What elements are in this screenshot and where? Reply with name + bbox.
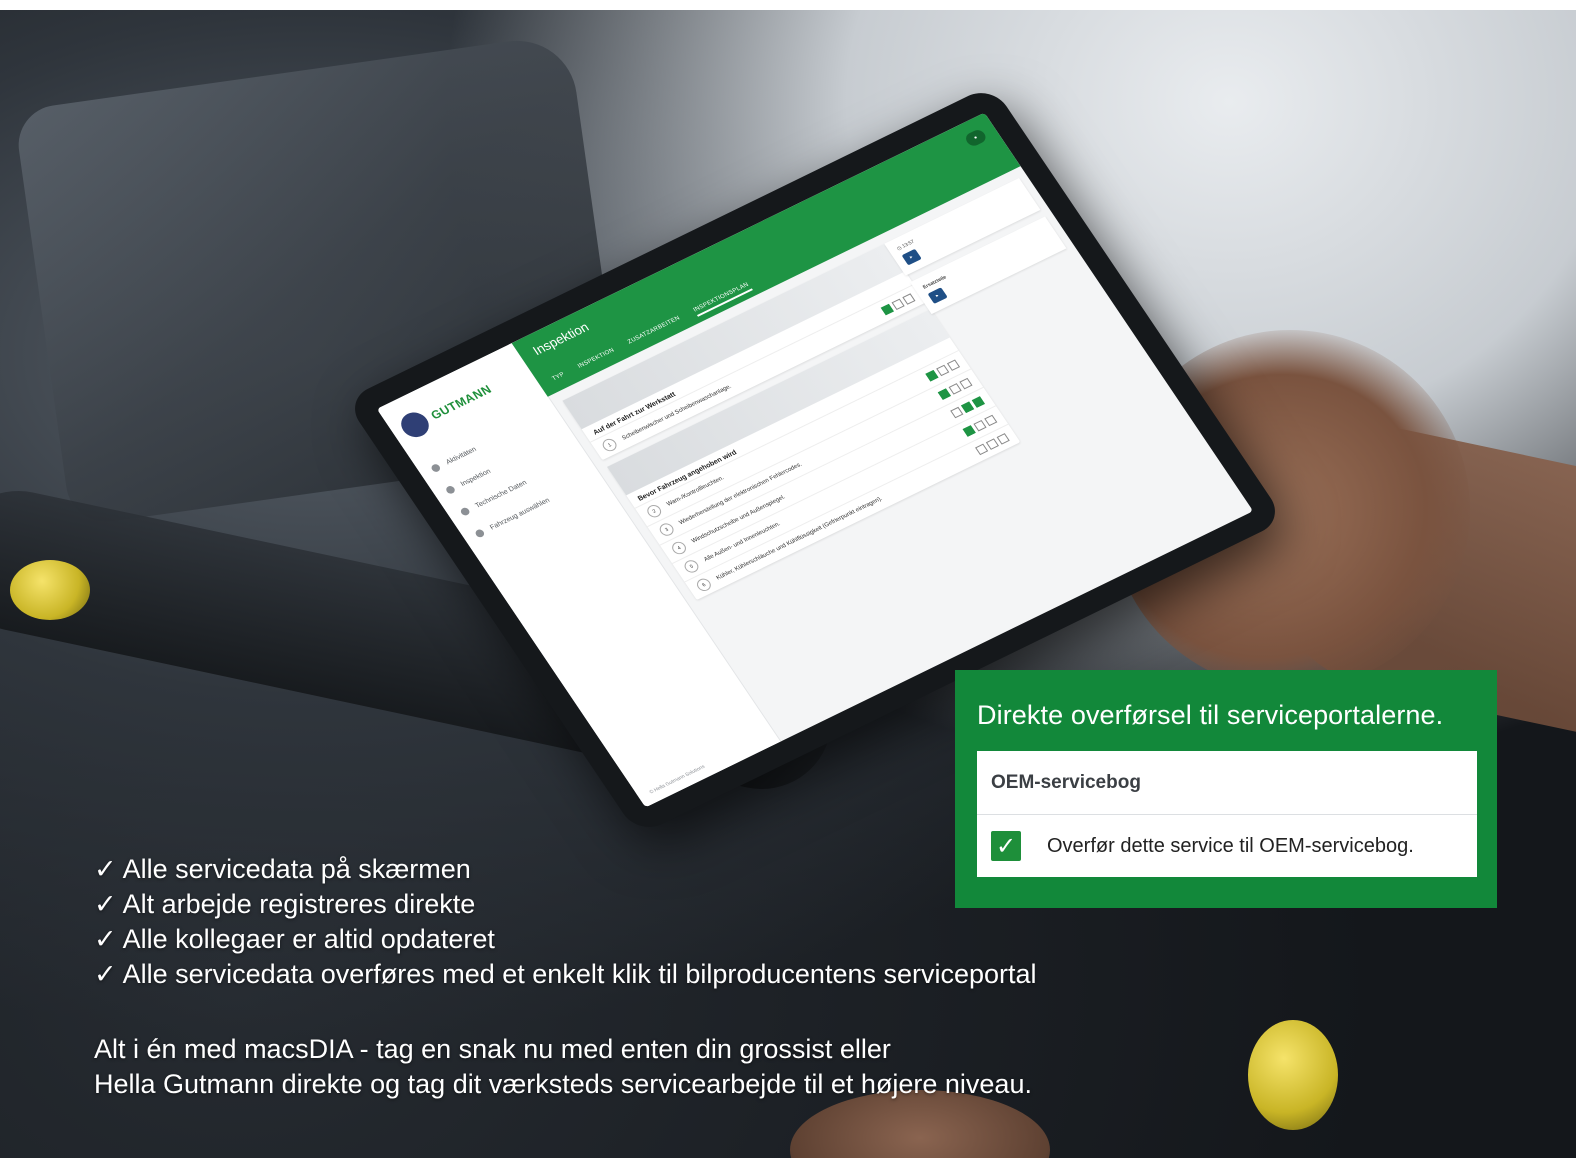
checkmark-icon: ✓: [94, 854, 117, 884]
feature-list: ✓ Alle servicedata på skærmen ✓ Alt arbejd…: [94, 852, 1037, 992]
parts-action-button[interactable]: ▸: [927, 287, 948, 304]
ok-checkbox[interactable]: [925, 369, 939, 382]
row-number: 3: [657, 521, 677, 538]
na-checkbox[interactable]: [959, 377, 973, 390]
na-checkbox[interactable]: [984, 414, 998, 427]
feature-item: ✓ Alt arbejde registreres direkte: [94, 889, 476, 919]
nok-checkbox[interactable]: [936, 364, 950, 377]
ok-checkbox[interactable]: [880, 303, 894, 316]
logo-text: GUTMANN: [428, 382, 495, 423]
activity-icon: [429, 462, 442, 474]
row-number: 5: [681, 558, 701, 575]
nok-checkbox[interactable]: [891, 298, 905, 311]
na-checkbox[interactable]: [971, 396, 985, 408]
call-to-action-text: Alt i én med macsDIA - tag en snak nu me…: [94, 1032, 1032, 1102]
tab-inspektion[interactable]: INSPEKTION: [577, 347, 618, 373]
ok-checkbox[interactable]: [937, 388, 951, 400]
tab-zusatzarbeiten[interactable]: ZUSATZARBEITEN: [627, 315, 684, 348]
checkmark-icon: ✓: [94, 889, 117, 919]
inspection-icon: [444, 484, 457, 495]
row-number: 2: [644, 502, 664, 520]
time-value: 13:57: [901, 238, 916, 250]
nok-checkbox[interactable]: [973, 419, 987, 432]
row-number: 6: [694, 576, 714, 594]
tab-typ[interactable]: TYP: [551, 372, 568, 386]
row-number: 4: [669, 539, 689, 557]
copyright: © Hella Gutmann Solutions: [648, 763, 707, 796]
feature-item: ✓ Alle servicedata på skærmen: [94, 854, 471, 884]
feature-item: ✓ Alle kollegaer er altid opdateret: [94, 924, 495, 954]
parts-heading: Ersatzteile: [921, 274, 948, 291]
checkmark-icon: ✓: [94, 959, 117, 989]
callout-title: Direkte overførsel til serviceportalerne…: [977, 700, 1444, 730]
car-icon: [473, 528, 486, 539]
nok-checkbox[interactable]: [985, 438, 1000, 450]
header-action-button[interactable]: ●: [963, 127, 989, 148]
oem-servicebook-card: OEM-servicebog ✓ Overfør dette service t…: [977, 751, 1477, 877]
checkbox-label: Overfør dette service til OEM-servicebog…: [1047, 834, 1414, 857]
hero-background-photo: GUTMANN Aktivitäten Inspektion Technisch…: [0, 10, 1576, 1158]
na-checkbox[interactable]: [946, 359, 961, 371]
card-heading: OEM-servicebog: [977, 751, 1477, 815]
cta-line: Alt i én med macsDIA - tag en snak nu me…: [94, 1034, 891, 1064]
feature-item: ✓ Alle servicedata overføres med et enkel…: [94, 959, 1037, 989]
tablet-page-title: Inspektion: [529, 319, 592, 358]
row-number: 1: [600, 436, 620, 454]
checkmark-icon: ✓: [94, 924, 117, 954]
ok-checkbox[interactable]: [950, 406, 964, 419]
ok-checkbox[interactable]: [962, 425, 976, 437]
nok-checkbox[interactable]: [948, 383, 962, 395]
cta-line: Hella Gutmann direkte og tag dit værkste…: [94, 1069, 1032, 1099]
transfer-option[interactable]: ✓ Overfør dette service til OEM-serviceb…: [977, 815, 1477, 877]
yellow-fluid-cap: [10, 560, 90, 620]
gutmann-logo-mark-icon: [395, 408, 435, 442]
panel-action-button[interactable]: ▸: [901, 248, 922, 266]
wrench-icon: [459, 506, 472, 517]
na-checkbox[interactable]: [902, 293, 916, 305]
yellow-fluid-cap: [1248, 1020, 1338, 1130]
na-checkbox[interactable]: [996, 433, 1010, 445]
nok-checkbox[interactable]: [960, 401, 975, 414]
ok-checkbox[interactable]: [975, 443, 989, 456]
